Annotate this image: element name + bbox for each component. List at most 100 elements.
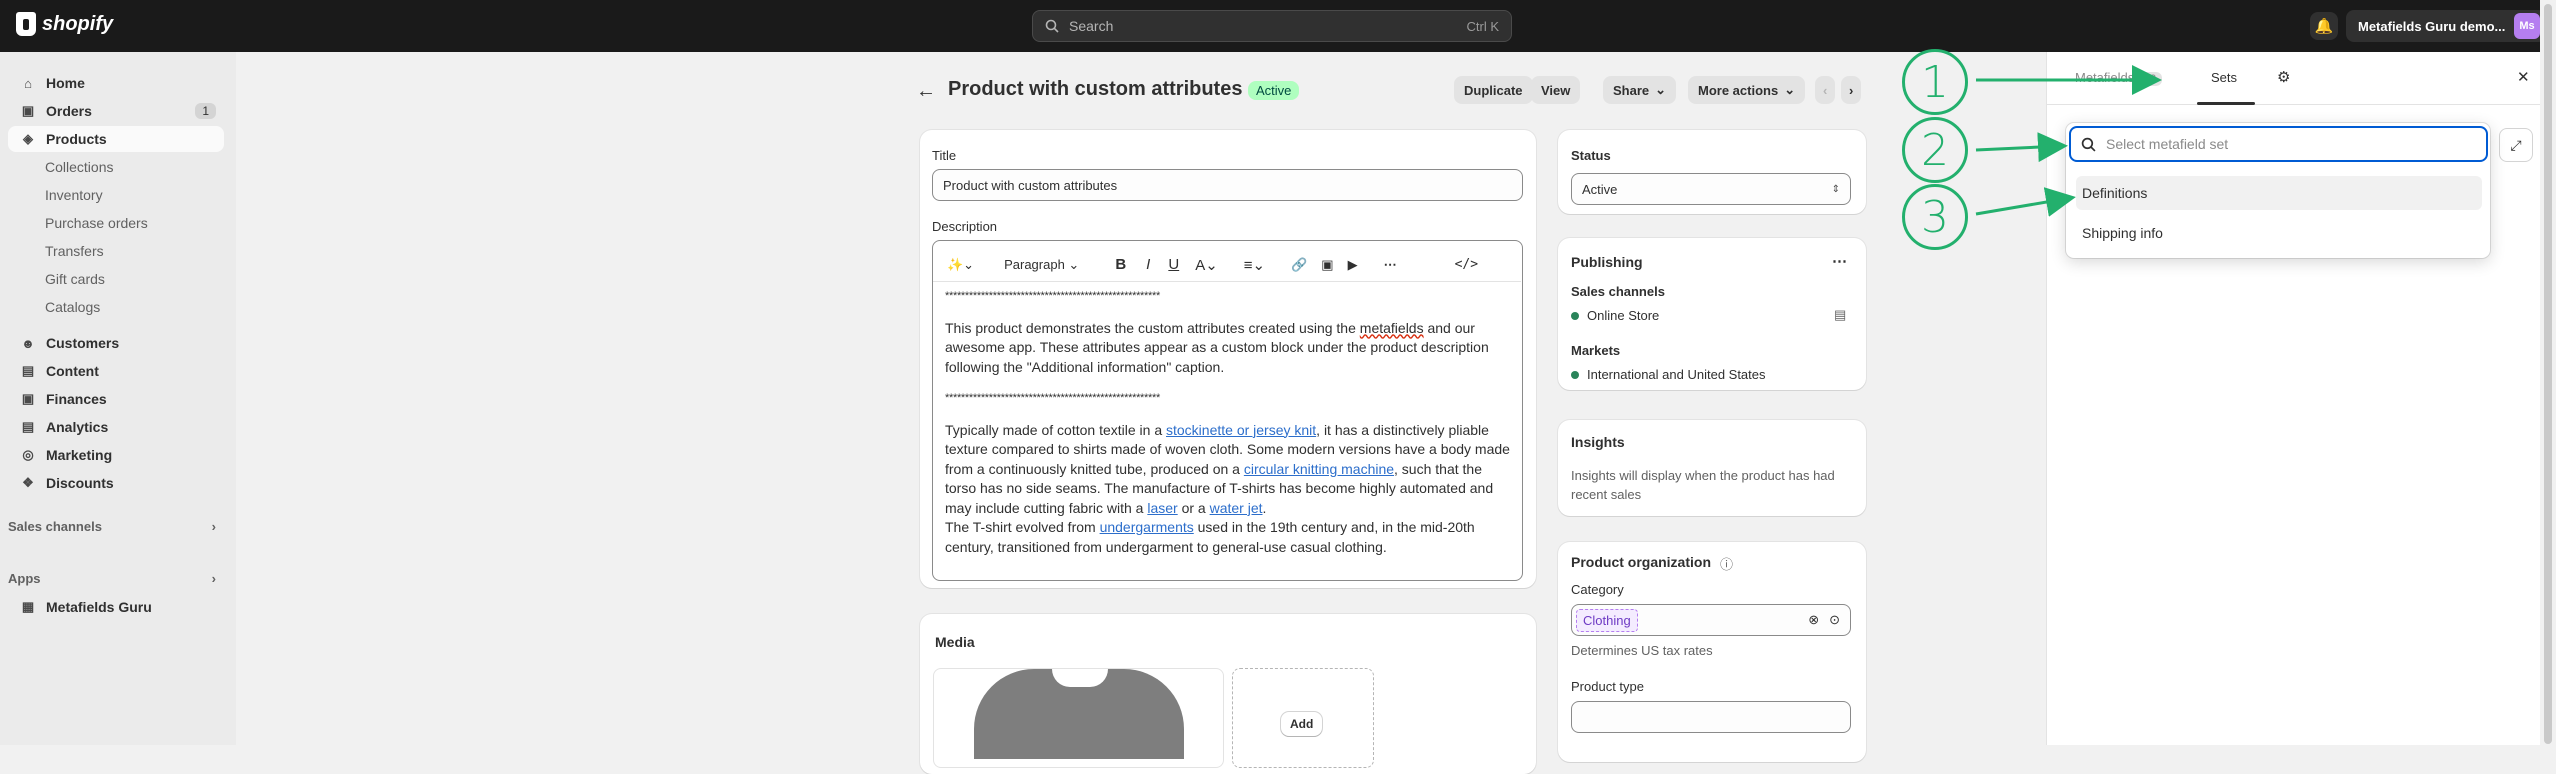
sidebar-item-customers[interactable]: ☻ Customers (8, 330, 224, 356)
text-color-icon[interactable]: A⌄ (1195, 256, 1218, 274)
sidebar-item-marketing[interactable]: ◎ Marketing (8, 442, 224, 468)
sidebar-item-orders[interactable]: ▣ Orders 1 (8, 98, 224, 124)
code-view-icon[interactable]: </> (1455, 257, 1478, 272)
sidebar-item-metafields-guru[interactable]: ▦ Metafields Guru (8, 594, 224, 620)
store-menu-button[interactable]: Metafields Guru demo... Ms (2346, 10, 2546, 42)
sales-channels-section[interactable]: Sales channels › (8, 519, 224, 534)
clear-icon[interactable]: ⊗ (1808, 612, 1819, 628)
apps-section[interactable]: Apps › (8, 571, 224, 586)
sidebar-item-label: Analytics (46, 419, 109, 435)
button-label: Add (1290, 717, 1314, 731)
sidebar-item-catalogs[interactable]: Catalogs (8, 294, 224, 320)
link-icon[interactable]: 🔗 (1291, 257, 1307, 273)
status-select[interactable]: Active ⇕ (1571, 173, 1851, 205)
calendar-icon[interactable]: ▤ (1834, 307, 1846, 323)
sidebar-item-collections[interactable]: Collections (8, 154, 224, 180)
sidebar-item-purchase-orders[interactable]: Purchase orders (8, 210, 224, 236)
sidebar-item-inventory[interactable]: Inventory (8, 182, 224, 208)
sidebar-item-gift-cards[interactable]: Gift cards (8, 266, 224, 292)
align-icon[interactable]: ≡⌄ (1244, 256, 1265, 274)
product-type-label: Product type (1571, 679, 1644, 694)
chevron-right-icon: › (211, 519, 216, 534)
annotation-arrows (1975, 65, 2162, 217)
sidebar-item-home[interactable]: ⌂ Home (8, 70, 224, 96)
media-thumbnail[interactable] (933, 668, 1224, 768)
text-run: or a (1177, 499, 1210, 516)
bold-icon[interactable]: B (1115, 256, 1126, 273)
home-icon: ⌂ (24, 75, 32, 91)
more-actions-button[interactable]: More actions ⌄ (1688, 76, 1806, 104)
markets-value: International and United States (1571, 367, 1766, 382)
circular-knitting-link[interactable]: circular knitting machine (1244, 461, 1394, 477)
share-button[interactable]: Share ⌄ (1603, 76, 1677, 104)
sidebar-item-products[interactable]: ◈ Products (8, 126, 224, 152)
scrollbar[interactable] (2540, 0, 2556, 745)
search-placeholder: Search (1069, 18, 1114, 34)
arrow-2 (1975, 132, 2068, 163)
editor-toolbar: ✨⌄ Paragraph ⌄ B I U A⌄ ≡⌄ 🔗 ▣ ▶ ⋯ </> (933, 248, 1521, 282)
ai-magic-icon[interactable]: ✨⌄ (947, 257, 974, 273)
notifications-bell-icon[interactable]: 🔔 (2310, 12, 2338, 40)
previous-product-button[interactable]: ‹ (1815, 76, 1836, 104)
water-jet-link[interactable]: water jet (1210, 500, 1263, 516)
section-label: Apps (8, 571, 41, 586)
paragraph-3: The T-shirt evolved from undergarments u… (945, 518, 1515, 557)
markets-label: Markets (1571, 343, 1621, 358)
sidebar-item-label: Finances (46, 391, 107, 407)
status-badge: Active (1248, 81, 1300, 100)
add-media-button[interactable]: Add (1281, 712, 1323, 736)
next-product-button[interactable]: › (1841, 76, 1862, 104)
sidebar-item-discounts[interactable]: ❖ Discounts (8, 470, 224, 496)
sidebar-item-label: Customers (46, 335, 120, 351)
confirm-icon[interactable]: ⊙ (1829, 612, 1840, 628)
chevron-right-icon: › (211, 571, 216, 586)
sidebar: ⌂ Home ▣ Orders 1 ◈ Products Collections Inv… (0, 52, 236, 745)
video-icon[interactable]: ▶ (1348, 257, 1358, 273)
more-options-icon[interactable]: ⋯ (1832, 252, 1847, 270)
gear-icon[interactable]: ⚙ (2277, 68, 2290, 86)
back-arrow-icon[interactable]: ← (916, 80, 936, 103)
sidebar-item-analytics[interactable]: ▤ Analytics (8, 414, 224, 440)
duplicate-button[interactable]: Duplicate (1454, 76, 1533, 104)
person-icon: ☻ (21, 335, 35, 351)
sidebar-item-finances[interactable]: ▣ Finances (8, 386, 224, 412)
search-bar[interactable]: Search Ctrl K (1032, 10, 1512, 42)
underline-icon[interactable]: U (1168, 256, 1179, 273)
info-icon[interactable]: ⓘ (1720, 554, 1733, 573)
online-store-channel: Online Store (1571, 308, 1659, 323)
tax-note: Determines US tax rates (1571, 643, 1713, 658)
paragraph-select[interactable]: Paragraph ⌄ (1004, 257, 1079, 273)
annotation-step-2: 2 (1902, 117, 1968, 183)
text-run: Typically made of cotton textile in a (945, 421, 1166, 438)
sidebar-item-label: Discounts (46, 475, 114, 491)
italic-icon[interactable]: I (1146, 256, 1150, 273)
content-icon: ▤ (21, 363, 35, 378)
category-input[interactable]: Clothing ⊗ ⊙ (1571, 604, 1851, 636)
image-icon[interactable]: ▣ (1321, 257, 1333, 273)
chevron-left-icon: ‹ (1823, 82, 1828, 98)
button-label: View (1541, 82, 1571, 98)
view-button[interactable]: View (1531, 76, 1581, 104)
insights-heading: Insights (1571, 434, 1625, 450)
shopify-logo[interactable]: shopify (16, 12, 113, 36)
sidebar-item-content[interactable]: ▤ Content (8, 358, 224, 384)
title-value: Product with custom attributes (943, 177, 1118, 193)
discount-icon: ❖ (22, 475, 34, 490)
stockinette-link[interactable]: stockinette or jersey knit (1166, 422, 1316, 438)
button-label: Duplicate (1464, 82, 1523, 98)
laser-link[interactable]: laser (1147, 500, 1177, 516)
sidebar-item-label: Transfers (45, 243, 104, 259)
chevron-right-icon: › (1849, 82, 1854, 98)
undergarments-link[interactable]: undergarments (1100, 519, 1194, 535)
annotation-step-1: 1 (1902, 49, 1968, 115)
product-type-input[interactable] (1571, 701, 1851, 733)
sidebar-item-transfers[interactable]: Transfers (8, 238, 224, 264)
close-icon[interactable]: ✕ (2517, 68, 2530, 86)
scrollbar-thumb[interactable] (2544, 4, 2552, 744)
select-arrows-icon: ⇕ (1831, 183, 1840, 195)
sidebar-item-label: Inventory (45, 187, 103, 203)
expand-icon[interactable]: ⤢ (2499, 128, 2533, 162)
title-input[interactable]: Product with custom attributes (932, 169, 1523, 201)
more-formatting-icon[interactable]: ⋯ (1384, 257, 1397, 273)
button-label: Share (1613, 82, 1650, 98)
